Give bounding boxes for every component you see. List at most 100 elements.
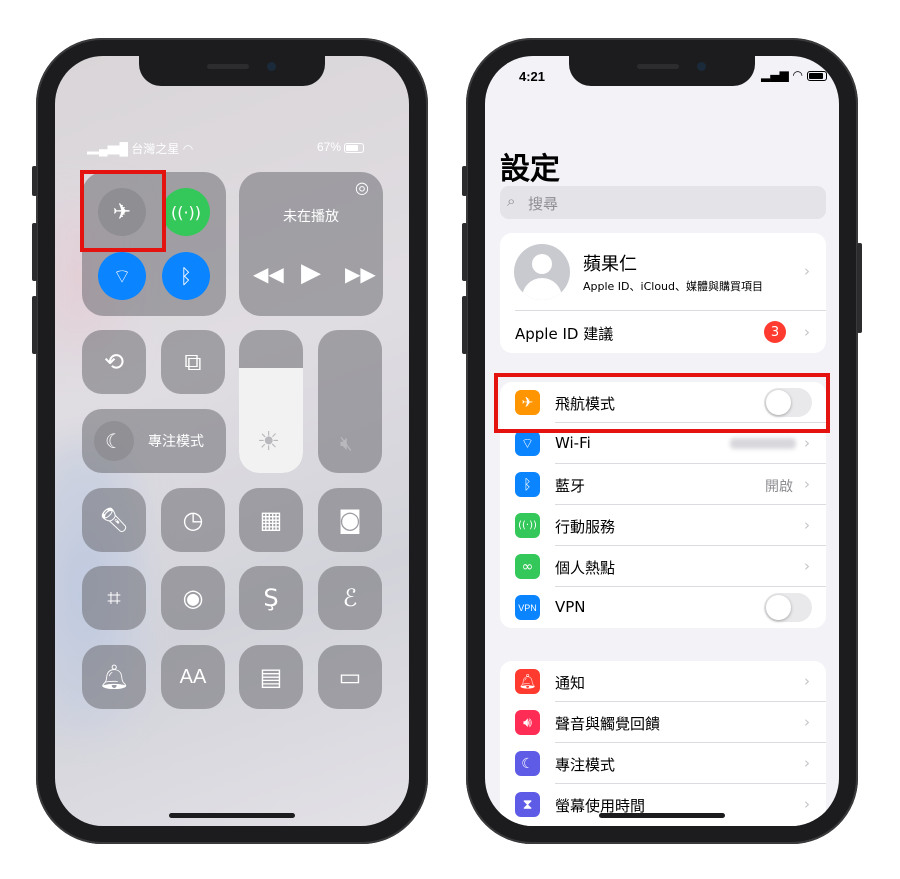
- row-label: 聲音與觸覺回饋: [555, 715, 661, 733]
- screen-record-icon: ◉: [182, 584, 204, 612]
- row-label: 通知: [555, 674, 586, 692]
- airplane-highlight-box: [80, 170, 166, 252]
- silent-mode-button[interactable]: 🔔︎: [82, 645, 146, 709]
- settings-row-screen-time[interactable]: ⧗ 螢幕使用時間 ›: [500, 784, 826, 825]
- vpn-toggle[interactable]: [764, 593, 812, 622]
- sound-icon: 🔊︎: [515, 710, 540, 735]
- apple-id-suggestions-label: Apple ID 建議: [515, 325, 614, 343]
- profile-card: 蘋果仁 Apple ID、iCloud、媒體與購買項目 › Apple ID 建…: [500, 233, 826, 353]
- volume-down-button: [462, 296, 467, 354]
- volume-slider[interactable]: 🔇︎: [318, 330, 382, 473]
- bluetooth-toggle[interactable]: ᛒ: [162, 252, 210, 300]
- notch: [139, 56, 325, 86]
- status-carrier: ▂▄▆█ 台灣之星 ◠: [87, 140, 193, 157]
- chevron-right-icon: ›: [804, 713, 810, 731]
- wifi-status-icon: ◠: [792, 68, 803, 82]
- signal-icon: ▂▄▆: [761, 68, 789, 82]
- shazam-icon: Ş: [263, 584, 279, 612]
- quick-note-icon: ▤: [259, 663, 283, 691]
- brightness-icon: ☀: [257, 427, 281, 457]
- cellular-icon: ((·)): [515, 513, 540, 538]
- phone-control-center: ▂▄▆█ 台灣之星 ◠ 67% ✈ ((·)) ⌔ ᛒ ◎ 未在播放 ◀◀ ▶ …: [32, 38, 428, 844]
- chevron-right-icon: ›: [804, 795, 810, 813]
- calculator-button[interactable]: ▦: [239, 488, 303, 552]
- silent-mode-icon: 🔔︎: [98, 663, 130, 691]
- shazam-button[interactable]: Ş: [239, 566, 303, 630]
- wifi-status-icon: ◠: [182, 142, 194, 156]
- row-label: 個人熱點: [555, 559, 616, 577]
- action-button: [32, 166, 37, 196]
- screen-record-button[interactable]: ◉: [161, 566, 225, 630]
- timer-icon: ◷: [182, 506, 204, 534]
- flashlight-icon: 🔦︎: [98, 506, 130, 534]
- text-size-icon: AA: [179, 666, 207, 688]
- volume-up-button: [32, 223, 37, 281]
- fast-forward-icon[interactable]: ▶▶: [345, 262, 376, 286]
- status-battery: 67%: [317, 140, 365, 154]
- settings-row-vpn[interactable]: VPN VPN: [500, 587, 826, 628]
- home-indicator[interactable]: [169, 813, 295, 818]
- wifi-icon: ⌔: [515, 431, 540, 456]
- hearing-icon: ℰ: [342, 584, 358, 612]
- battery-icon: [806, 70, 827, 81]
- focus-mode-label: 專注模式: [148, 434, 204, 450]
- cellular-data-toggle[interactable]: ((·)): [162, 188, 210, 236]
- brightness-level: [239, 368, 303, 473]
- search-field[interactable]: ⌕ 搜尋: [500, 186, 826, 219]
- rotation-lock-button[interactable]: ⟲: [82, 330, 146, 394]
- now-playing-label: 未在播放: [283, 209, 339, 225]
- wifi-network-name-blurred: [730, 438, 796, 449]
- airplay-icon[interactable]: ◎: [355, 178, 369, 197]
- qr-scanner-button[interactable]: ⌗: [82, 566, 146, 630]
- camera-button[interactable]: ◙: [318, 488, 382, 552]
- apple-id-suggestions-row[interactable]: Apple ID 建議 3 ›: [500, 311, 826, 353]
- status-icons: ▂▄▆ ◠: [761, 68, 827, 82]
- qr-scanner-icon: ⌗: [107, 584, 121, 612]
- notification-badge: 3: [764, 321, 786, 343]
- power-button: [857, 243, 862, 333]
- action-button: [462, 166, 467, 196]
- chevron-right-icon: ›: [804, 672, 810, 690]
- settings-row-bluetooth[interactable]: ᛒ 藍牙 開啟 ›: [500, 464, 826, 505]
- row-label: 行動服務: [555, 518, 616, 536]
- chevron-right-icon: ›: [804, 434, 810, 452]
- page-title: 設定: [500, 152, 560, 187]
- brightness-slider[interactable]: ☀: [239, 330, 303, 473]
- play-icon[interactable]: ▶: [301, 258, 321, 288]
- low-power-button[interactable]: ▭: [318, 645, 382, 709]
- settings-row-focus[interactable]: ☾ 專注模式 ›: [500, 743, 826, 784]
- row-label: Wi-Fi: [555, 434, 591, 452]
- hotspot-icon: ∞: [515, 554, 540, 579]
- focus-mode-button[interactable]: ☾ 專注模式: [82, 409, 226, 473]
- settings-row-cellular[interactable]: ((·)) 行動服務 ›: [500, 505, 826, 546]
- settings-row-notifications[interactable]: 🔔︎ 通知 ›: [500, 661, 826, 702]
- airplane-mode-highlight-box: [494, 373, 830, 433]
- volume-down-button: [32, 296, 37, 354]
- settings-screen: 4:21 ▂▄▆ ◠ 設定 ⌕ 搜尋 蘋果仁 Apple ID、iCloud、媒…: [485, 56, 839, 826]
- home-indicator[interactable]: [599, 813, 725, 818]
- camera-icon: ◙: [338, 506, 362, 534]
- hearing-button[interactable]: ℰ: [318, 566, 382, 630]
- chevron-right-icon: ›: [804, 323, 810, 341]
- moon-icon: ☾: [515, 751, 540, 776]
- screen-mirroring-button[interactable]: ⧉: [161, 330, 225, 394]
- chevron-right-icon: ›: [804, 754, 810, 772]
- chevron-right-icon: ›: [804, 557, 810, 575]
- wifi-toggle[interactable]: ⌔: [98, 252, 146, 300]
- settings-row-hotspot[interactable]: ∞ 個人熱點 ›: [500, 546, 826, 587]
- row-label: VPN: [555, 598, 586, 616]
- bluetooth-status-value: 開啟: [765, 479, 793, 495]
- notifications-settings-group: 🔔︎ 通知 › 🔊︎ 聲音與觸覺回饋 › ☾ 專注模式 › ⧗ 螢幕使用時間 ›: [500, 661, 826, 826]
- notifications-icon: 🔔︎: [515, 669, 540, 694]
- timer-button[interactable]: ◷: [161, 488, 225, 552]
- bluetooth-icon: ᛒ: [180, 264, 192, 288]
- text-size-button[interactable]: AA: [161, 645, 225, 709]
- flashlight-button[interactable]: 🔦︎: [82, 488, 146, 552]
- settings-row-sounds[interactable]: 🔊︎ 聲音與觸覺回饋 ›: [500, 702, 826, 743]
- quick-note-button[interactable]: ▤: [239, 645, 303, 709]
- rewind-icon[interactable]: ◀◀: [253, 262, 284, 286]
- chevron-right-icon: ›: [804, 475, 810, 493]
- rotation-lock-icon: ⟲: [103, 348, 125, 376]
- row-label: 藍牙: [555, 477, 586, 495]
- apple-id-profile-row[interactable]: 蘋果仁 Apple ID、iCloud、媒體與購買項目 ›: [500, 233, 826, 311]
